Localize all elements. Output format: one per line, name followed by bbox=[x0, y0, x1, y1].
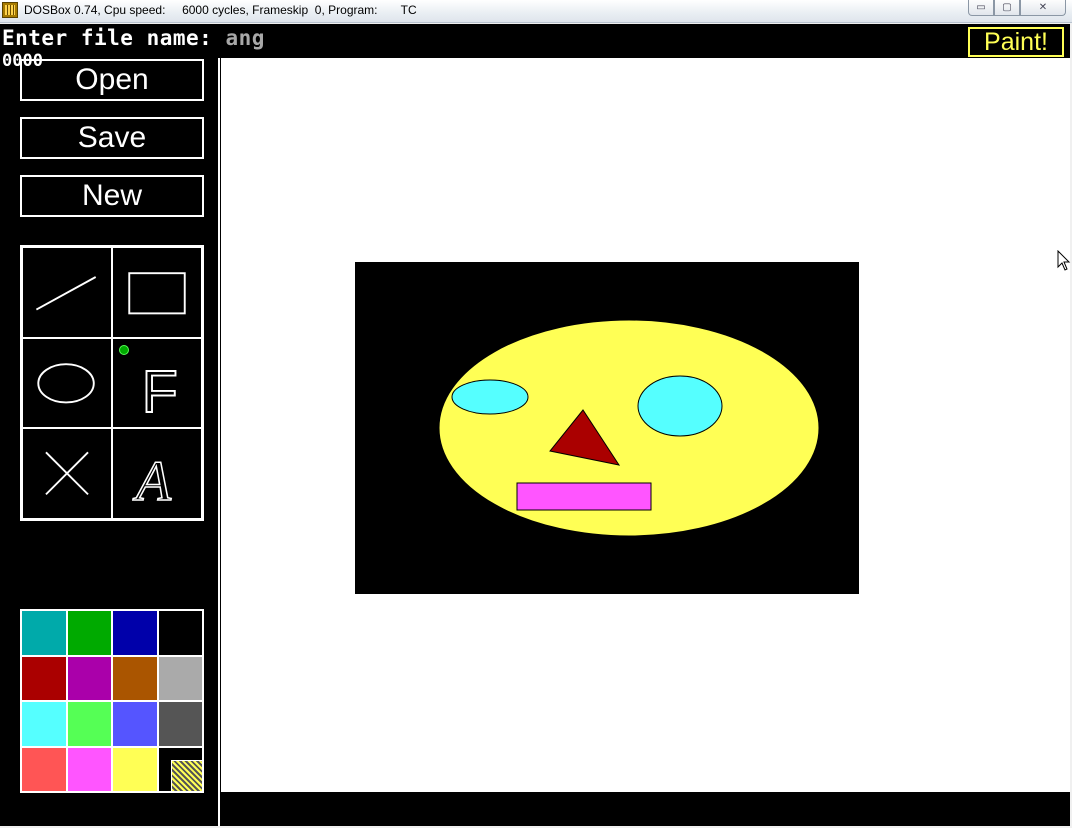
dosbox-app-icon[interactable] bbox=[2, 2, 18, 18]
sidebar-divider bbox=[218, 58, 220, 826]
line-tool[interactable] bbox=[22, 247, 112, 338]
svg-text:A: A bbox=[132, 450, 172, 513]
color-swatch[interactable] bbox=[21, 701, 67, 747]
tool-grid: F A bbox=[20, 245, 204, 521]
line-icon bbox=[35, 276, 97, 311]
svg-text:F: F bbox=[142, 358, 178, 425]
save-button[interactable]: Save bbox=[20, 117, 204, 159]
color-swatch[interactable] bbox=[112, 746, 158, 792]
ellipse-icon bbox=[37, 362, 95, 404]
status-bar bbox=[221, 792, 1070, 826]
drawn-mouth-rectangle bbox=[516, 482, 652, 511]
filename-input-value[interactable]: ang bbox=[225, 26, 264, 50]
filename-prompt[interactable]: Enter file name: ang bbox=[2, 26, 265, 50]
color-swatch[interactable] bbox=[112, 655, 158, 701]
color-swatch[interactable] bbox=[66, 610, 112, 656]
close-button[interactable]: ✕ bbox=[1020, 0, 1066, 16]
minimize-icon: ▭ bbox=[976, 2, 986, 13]
dos-screen: Enter file name: ang 0000 Paint! Open Sa… bbox=[0, 24, 1070, 826]
fill-tool[interactable]: F bbox=[112, 337, 202, 429]
color-swatch[interactable] bbox=[112, 610, 158, 656]
text-tool[interactable]: A bbox=[112, 428, 202, 519]
close-icon: ✕ bbox=[1038, 2, 1048, 13]
current-color-indicator bbox=[157, 746, 203, 792]
window-title: DOSBox 0.74, Cpu speed: 6000 cycles, Fra… bbox=[24, 3, 417, 17]
new-button[interactable]: New bbox=[20, 175, 204, 217]
filename-prompt-label: Enter file name: bbox=[2, 26, 226, 50]
open-button[interactable]: Open bbox=[20, 59, 204, 101]
current-color-swatch bbox=[170, 759, 203, 792]
color-swatch[interactable] bbox=[66, 655, 112, 701]
mouse-pointer-icon bbox=[1057, 250, 1071, 271]
cross-icon bbox=[45, 451, 89, 496]
window-titlebar: DOSBox 0.74, Cpu speed: 6000 cycles, Fra… bbox=[0, 0, 1072, 23]
color-swatch[interactable] bbox=[157, 655, 203, 701]
minimize-button[interactable]: ▭ bbox=[968, 0, 994, 16]
color-swatch[interactable] bbox=[157, 610, 203, 656]
coordinate-readout: 0000 bbox=[2, 51, 43, 71]
drawing-canvas[interactable] bbox=[221, 58, 1070, 792]
color-palette bbox=[20, 609, 204, 793]
color-swatch[interactable] bbox=[157, 701, 203, 747]
drawn-right-eye bbox=[637, 375, 723, 437]
rectangle-icon bbox=[128, 272, 186, 315]
letter-a-icon: A bbox=[131, 450, 173, 515]
color-swatch[interactable] bbox=[112, 701, 158, 747]
color-swatch[interactable] bbox=[66, 746, 112, 792]
color-swatch[interactable] bbox=[66, 701, 112, 747]
drawing-artwork bbox=[355, 262, 859, 594]
ellipse-tool[interactable] bbox=[22, 337, 112, 429]
color-swatch[interactable] bbox=[21, 655, 67, 701]
color-swatch[interactable] bbox=[21, 610, 67, 656]
maximize-button[interactable]: ▢ bbox=[994, 0, 1020, 16]
drawn-left-eye bbox=[451, 379, 529, 415]
color-swatch[interactable] bbox=[21, 746, 67, 792]
rectangle-tool[interactable] bbox=[112, 247, 202, 338]
maximize-icon: ▢ bbox=[1002, 2, 1012, 13]
fill-letter-icon: F bbox=[141, 357, 179, 426]
app-logo: Paint! bbox=[968, 27, 1064, 57]
eraser-tool[interactable] bbox=[22, 428, 112, 519]
